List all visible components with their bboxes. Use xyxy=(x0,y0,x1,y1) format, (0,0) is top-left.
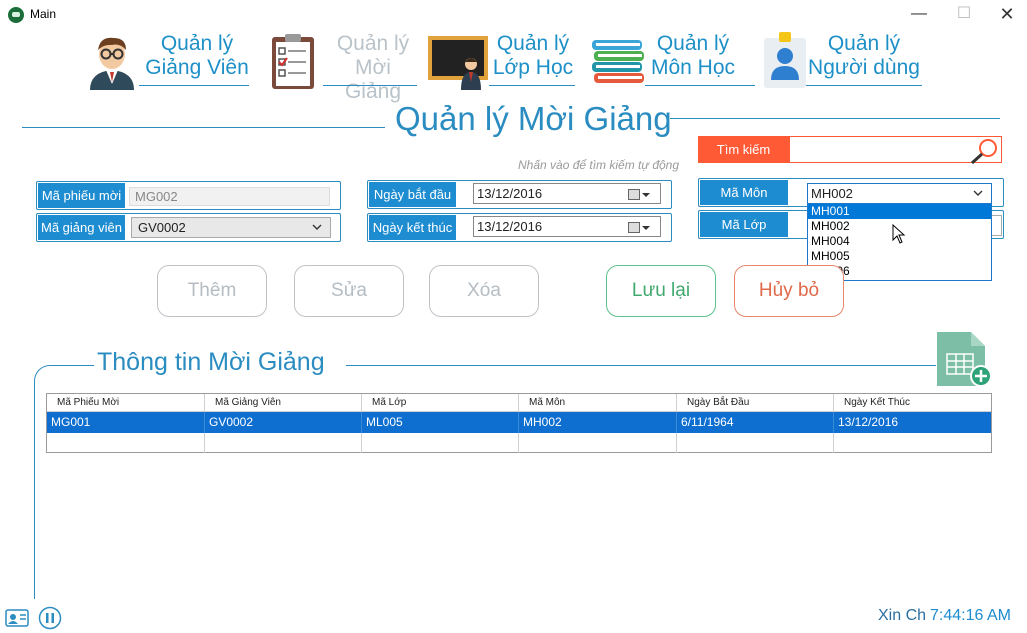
info-frame-corner xyxy=(34,365,94,385)
table-cell: 13/12/2016 xyxy=(838,415,899,429)
column-header[interactable]: Mã Phiếu Mời xyxy=(47,394,205,411)
id-card-icon[interactable] xyxy=(5,608,29,628)
ngay-bat-dau-value: 13/12/2016 xyxy=(477,186,543,201)
nav-underline xyxy=(645,85,755,86)
window-title: Main xyxy=(30,7,57,21)
ma-lop-select[interactable] xyxy=(992,215,1002,236)
nav-line2: Giảng Viên xyxy=(145,56,249,79)
nav-line2: Người dùng xyxy=(808,56,920,79)
page-title: Quản lý Mời Giảng xyxy=(395,100,672,137)
nav-line1: Quản lý xyxy=(827,32,901,55)
nav-underline xyxy=(489,85,575,86)
add-button[interactable]: Thêm xyxy=(157,265,267,317)
data-grid[interactable]: Mã Phiếu Mời Mã Giảng Viên Mã Lớp Mã Môn… xyxy=(46,393,992,453)
nav-underline xyxy=(139,85,249,86)
column-header[interactable]: Mã Môn xyxy=(519,394,677,411)
nav-line2: Mời Giảng xyxy=(344,56,402,103)
nav-item-giang-vien[interactable]: Quản lý Giảng Viên xyxy=(84,30,254,90)
ma-mon-option[interactable]: MH005 xyxy=(808,249,991,264)
edit-button[interactable]: Sửa xyxy=(294,265,404,317)
column-header[interactable]: Ngày Bắt Đầu xyxy=(677,394,834,411)
dropdown-arrow-icon xyxy=(642,193,650,197)
clock-text: 7:44:16 AM xyxy=(930,607,1011,624)
nav-line1: Quản lý xyxy=(336,32,410,55)
table-cell: ML005 xyxy=(362,412,519,433)
title-divider-right xyxy=(670,118,1000,119)
ma-phieu-moi-label: Mã phiếu mời xyxy=(38,183,125,208)
table-cell xyxy=(834,433,991,453)
user-icon xyxy=(764,32,806,88)
greeting-text: Xin Ch xyxy=(878,607,927,624)
save-button[interactable]: Lưu lại xyxy=(606,265,716,317)
ngay-bat-dau-label: Ngày bắt đầu xyxy=(369,182,456,207)
title-divider-left xyxy=(22,127,385,128)
nav-line2: Môn Học xyxy=(650,56,736,79)
cancel-button[interactable]: Hủy bỏ xyxy=(734,265,844,317)
info-frame-border xyxy=(34,384,35,599)
column-header[interactable]: Mã Lớp xyxy=(362,394,519,411)
nav-item-nguoi-dung[interactable]: Quản lý Người dùng xyxy=(762,30,927,90)
mouse-cursor-icon xyxy=(892,224,906,244)
ma-mon-label: Mã Môn xyxy=(700,180,788,205)
app-icon xyxy=(8,7,24,23)
nav-line1: Quản lý xyxy=(496,32,570,55)
ngay-bat-dau-picker[interactable]: 13/12/2016 xyxy=(473,183,661,204)
chevron-down-icon xyxy=(312,224,322,230)
ngay-ket-thuc-label: Ngày kết thúc xyxy=(369,215,456,240)
ma-giang-vien-select[interactable]: GV0002 xyxy=(131,217,331,238)
ngay-ket-thuc-picker[interactable]: 13/12/2016 xyxy=(473,216,661,237)
table-header: Mã Phiếu Mời Mã Giảng Viên Mã Lớp Mã Môn… xyxy=(47,394,991,412)
ngay-ket-thuc-value: 13/12/2016 xyxy=(477,219,543,234)
ma-giang-vien-label: Mã giảng viên xyxy=(38,215,125,240)
table-cell xyxy=(677,433,834,453)
books-icon xyxy=(592,40,644,83)
table-row-empty[interactable] xyxy=(47,433,991,453)
search-icon[interactable] xyxy=(970,138,998,164)
close-button[interactable]: ✕ xyxy=(984,0,1027,30)
clipboard-icon xyxy=(272,34,314,89)
search-hint: Nhấn vào để tìm kiếm tự động xyxy=(518,158,680,172)
nav-underline xyxy=(806,85,922,86)
table-cell: MH002 xyxy=(519,412,677,433)
ma-giang-vien-value: GV0002 xyxy=(138,220,186,235)
table-cell: MG001 xyxy=(47,412,205,433)
calendar-icon xyxy=(628,222,640,233)
table-cell xyxy=(519,433,677,453)
table-row[interactable]: MG001 GV0002 ML005 MH002 6/11/1964 13/12… xyxy=(47,412,991,433)
table-cell: GV0002 xyxy=(205,412,362,433)
info-divider xyxy=(346,365,936,366)
dropdown-arrow-icon xyxy=(642,226,650,230)
ma-mon-value: MH002 xyxy=(811,186,853,201)
chevron-down-icon xyxy=(973,190,983,196)
pause-icon[interactable] xyxy=(38,606,62,630)
nav-line1: Quản lý xyxy=(656,32,730,55)
table-cell xyxy=(47,433,205,453)
title-bar xyxy=(0,0,1027,30)
info-section-title: Thông tin Mời Giảng xyxy=(97,348,325,376)
table-cell: 6/11/1964 xyxy=(677,412,834,433)
nav-line2: Lớp Học xyxy=(492,56,574,79)
search-label: Tìm kiếm xyxy=(698,136,789,163)
blackboard-icon xyxy=(428,36,488,90)
maximize-button[interactable]: ☐ xyxy=(941,0,987,30)
nav-item-mon-hoc[interactable]: Quản lý Môn Học xyxy=(590,30,755,90)
export-excel-icon[interactable] xyxy=(935,330,993,388)
ma-mon-option[interactable]: MH001 xyxy=(808,204,991,219)
nav-underline xyxy=(323,85,417,86)
table-cell xyxy=(205,433,362,453)
ma-lop-label: Mã Lớp xyxy=(700,212,788,237)
minimize-button[interactable]: — xyxy=(896,0,942,30)
ma-mon-select[interactable]: MH002 xyxy=(807,183,992,204)
calendar-icon xyxy=(628,189,640,200)
teacher-icon xyxy=(90,37,134,90)
nav-line1: Quản lý xyxy=(160,32,234,55)
column-header[interactable]: Mã Giảng Viên xyxy=(205,394,362,411)
nav-item-moi-giang[interactable]: Quản lý Mời Giảng xyxy=(268,30,418,103)
ma-phieu-moi-input[interactable]: MG002 xyxy=(129,187,330,206)
table-cell xyxy=(362,433,519,453)
delete-button[interactable]: Xóa xyxy=(429,265,539,317)
column-header[interactable]: Ngày Kết Thúc xyxy=(834,394,991,411)
nav-item-lop-hoc[interactable]: Quản lý Lớp Học xyxy=(427,30,582,90)
